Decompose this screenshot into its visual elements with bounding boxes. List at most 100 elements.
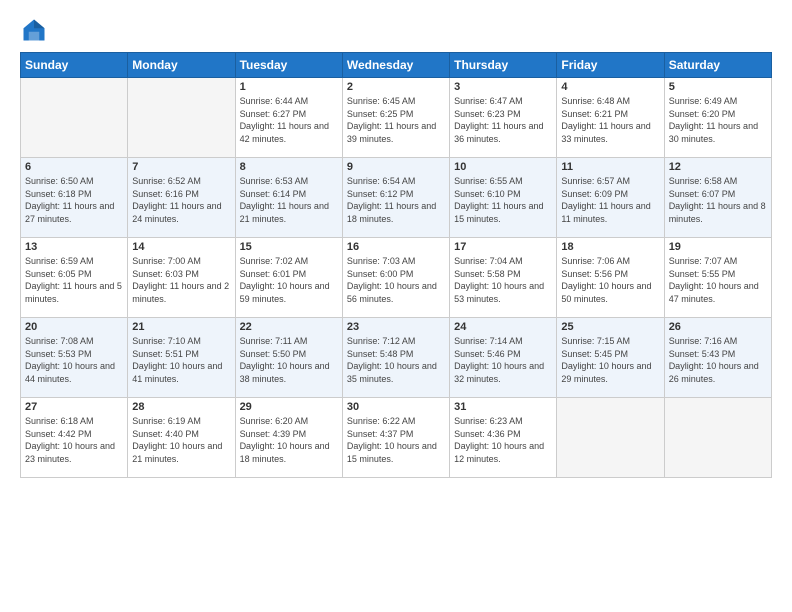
day-cell: 26 Sunrise: 7:16 AMSunset: 5:43 PMDayligh…	[664, 318, 771, 398]
day-cell: 4Sunrise: 6:48 AMSunset: 6:21 PMDaylight…	[557, 78, 664, 158]
day-number: 7	[132, 161, 230, 173]
day-info: Sunrise: 7:11 AMSunset: 5:50 PMDaylight:…	[240, 335, 338, 385]
day-cell: 31Sunrise: 6:23 AMSunset: 4:36 PMDayligh…	[450, 398, 557, 478]
day-cell: 25 Sunrise: 7:15 AMSunset: 5:45 PMDayligh…	[557, 318, 664, 398]
day-info: Sunrise: 6:55 AMSunset: 6:10 PMDaylight:…	[454, 175, 552, 225]
day-cell: 17 Sunrise: 7:04 AMSunset: 5:58 PMDayligh…	[450, 238, 557, 318]
day-number: 5	[669, 81, 767, 93]
day-cell: 28 Sunrise: 6:19 AMSunset: 4:40 PMDayligh…	[128, 398, 235, 478]
day-cell: 14 Sunrise: 7:00 AMSunset: 6:03 PMDayligh…	[128, 238, 235, 318]
day-cell: 12Sunrise: 6:58 AMSunset: 6:07 PMDayligh…	[664, 158, 771, 238]
day-cell: 22Sunrise: 7:11 AMSunset: 5:50 PMDayligh…	[235, 318, 342, 398]
day-cell: 1Sunrise: 6:44 AMSunset: 6:27 PMDaylight…	[235, 78, 342, 158]
day-number: 6	[25, 161, 123, 173]
day-number: 9	[347, 161, 445, 173]
day-number: 18	[561, 241, 659, 253]
header	[20, 16, 772, 44]
week-row-5: 27 Sunrise: 6:18 AMSunset: 4:42 PMDayligh…	[21, 398, 772, 478]
day-info: Sunrise: 7:02 AMSunset: 6:01 PMDaylight:…	[240, 255, 338, 305]
day-info: Sunrise: 7:07 AMSunset: 5:55 PMDaylight:…	[669, 255, 767, 305]
day-cell: 30 Sunrise: 6:22 AMSunset: 4:37 PMDayligh…	[342, 398, 449, 478]
day-number: 24	[454, 321, 552, 333]
weekday-header-wednesday: Wednesday	[342, 53, 449, 78]
day-info: Sunrise: 6:58 AMSunset: 6:07 PMDaylight:…	[669, 175, 767, 225]
day-cell: 16 Sunrise: 7:03 AMSunset: 6:00 PMDayligh…	[342, 238, 449, 318]
day-number: 15	[240, 241, 338, 253]
weekday-header-thursday: Thursday	[450, 53, 557, 78]
day-info: Sunrise: 6:45 AMSunset: 6:25 PMDaylight:…	[347, 95, 445, 145]
day-cell: 9 Sunrise: 6:54 AMSunset: 6:12 PMDaylight…	[342, 158, 449, 238]
page: SundayMondayTuesdayWednesdayThursdayFrid…	[0, 0, 792, 612]
day-cell: 2Sunrise: 6:45 AMSunset: 6:25 PMDaylight…	[342, 78, 449, 158]
day-number: 14	[132, 241, 230, 253]
day-info: Sunrise: 7:14 AMSunset: 5:46 PMDaylight:…	[454, 335, 552, 385]
weekday-header-sunday: Sunday	[21, 53, 128, 78]
day-info: Sunrise: 7:03 AMSunset: 6:00 PMDaylight:…	[347, 255, 445, 305]
day-info: Sunrise: 6:54 AMSunset: 6:12 PMDaylight:…	[347, 175, 445, 225]
day-info: Sunrise: 7:08 AMSunset: 5:53 PMDaylight:…	[25, 335, 123, 385]
day-number: 16	[347, 241, 445, 253]
day-info: Sunrise: 6:50 AMSunset: 6:18 PMDaylight:…	[25, 175, 123, 225]
weekday-header-saturday: Saturday	[664, 53, 771, 78]
day-info: Sunrise: 6:22 AMSunset: 4:37 PMDaylight:…	[347, 415, 445, 465]
calendar: SundayMondayTuesdayWednesdayThursdayFrid…	[20, 52, 772, 478]
day-cell	[21, 78, 128, 158]
day-cell: 6 Sunrise: 6:50 AMSunset: 6:18 PMDaylight…	[21, 158, 128, 238]
day-info: Sunrise: 6:23 AMSunset: 4:36 PMDaylight:…	[454, 415, 552, 465]
day-info: Sunrise: 6:59 AMSunset: 6:05 PMDaylight:…	[25, 255, 123, 305]
day-info: Sunrise: 6:49 AMSunset: 6:20 PMDaylight:…	[669, 95, 767, 145]
day-info: Sunrise: 7:10 AMSunset: 5:51 PMDaylight:…	[132, 335, 230, 385]
day-cell: 3Sunrise: 6:47 AMSunset: 6:23 PMDaylight…	[450, 78, 557, 158]
day-cell: 27 Sunrise: 6:18 AMSunset: 4:42 PMDayligh…	[21, 398, 128, 478]
day-cell: 15 Sunrise: 7:02 AMSunset: 6:01 PMDayligh…	[235, 238, 342, 318]
day-cell: 19 Sunrise: 7:07 AMSunset: 5:55 PMDayligh…	[664, 238, 771, 318]
day-info: Sunrise: 6:20 AMSunset: 4:39 PMDaylight:…	[240, 415, 338, 465]
day-info: Sunrise: 6:18 AMSunset: 4:42 PMDaylight:…	[25, 415, 123, 465]
day-info: Sunrise: 6:44 AMSunset: 6:27 PMDaylight:…	[240, 95, 338, 145]
day-number: 11	[561, 161, 659, 173]
day-cell: 11Sunrise: 6:57 AMSunset: 6:09 PMDayligh…	[557, 158, 664, 238]
day-info: Sunrise: 6:47 AMSunset: 6:23 PMDaylight:…	[454, 95, 552, 145]
day-number: 8	[240, 161, 338, 173]
day-number: 19	[669, 241, 767, 253]
weekday-header-row: SundayMondayTuesdayWednesdayThursdayFrid…	[21, 53, 772, 78]
day-cell: 18 Sunrise: 7:06 AMSunset: 5:56 PMDayligh…	[557, 238, 664, 318]
day-cell: 5 Sunrise: 6:49 AMSunset: 6:20 PMDaylight…	[664, 78, 771, 158]
day-info: Sunrise: 6:48 AMSunset: 6:21 PMDaylight:…	[561, 95, 659, 145]
weekday-header-friday: Friday	[557, 53, 664, 78]
day-number: 23	[347, 321, 445, 333]
week-row-2: 6 Sunrise: 6:50 AMSunset: 6:18 PMDaylight…	[21, 158, 772, 238]
day-cell: 20Sunrise: 7:08 AMSunset: 5:53 PMDayligh…	[21, 318, 128, 398]
day-info: Sunrise: 7:12 AMSunset: 5:48 PMDaylight:…	[347, 335, 445, 385]
day-cell	[557, 398, 664, 478]
weekday-header-monday: Monday	[128, 53, 235, 78]
day-number: 13	[25, 241, 123, 253]
day-info: Sunrise: 7:00 AMSunset: 6:03 PMDaylight:…	[132, 255, 230, 305]
day-number: 10	[454, 161, 552, 173]
day-info: Sunrise: 7:15 AMSunset: 5:45 PMDaylight:…	[561, 335, 659, 385]
day-number: 30	[347, 401, 445, 413]
day-cell: 8Sunrise: 6:53 AMSunset: 6:14 PMDaylight…	[235, 158, 342, 238]
day-cell	[128, 78, 235, 158]
day-number: 27	[25, 401, 123, 413]
day-info: Sunrise: 7:04 AMSunset: 5:58 PMDaylight:…	[454, 255, 552, 305]
day-number: 28	[132, 401, 230, 413]
week-row-3: 13 Sunrise: 6:59 AMSunset: 6:05 PMDayligh…	[21, 238, 772, 318]
day-info: Sunrise: 6:52 AMSunset: 6:16 PMDaylight:…	[132, 175, 230, 225]
day-cell: 10 Sunrise: 6:55 AMSunset: 6:10 PMDayligh…	[450, 158, 557, 238]
day-info: Sunrise: 7:06 AMSunset: 5:56 PMDaylight:…	[561, 255, 659, 305]
logo-icon	[20, 16, 48, 44]
day-info: Sunrise: 6:19 AMSunset: 4:40 PMDaylight:…	[132, 415, 230, 465]
day-number: 21	[132, 321, 230, 333]
day-number: 29	[240, 401, 338, 413]
day-cell: 21 Sunrise: 7:10 AMSunset: 5:51 PMDayligh…	[128, 318, 235, 398]
day-cell: 23 Sunrise: 7:12 AMSunset: 5:48 PMDayligh…	[342, 318, 449, 398]
day-number: 17	[454, 241, 552, 253]
day-cell: 7 Sunrise: 6:52 AMSunset: 6:16 PMDaylight…	[128, 158, 235, 238]
day-cell	[664, 398, 771, 478]
day-info: Sunrise: 7:16 AMSunset: 5:43 PMDaylight:…	[669, 335, 767, 385]
day-number: 25	[561, 321, 659, 333]
weekday-header-tuesday: Tuesday	[235, 53, 342, 78]
day-number: 26	[669, 321, 767, 333]
day-cell: 13 Sunrise: 6:59 AMSunset: 6:05 PMDayligh…	[21, 238, 128, 318]
